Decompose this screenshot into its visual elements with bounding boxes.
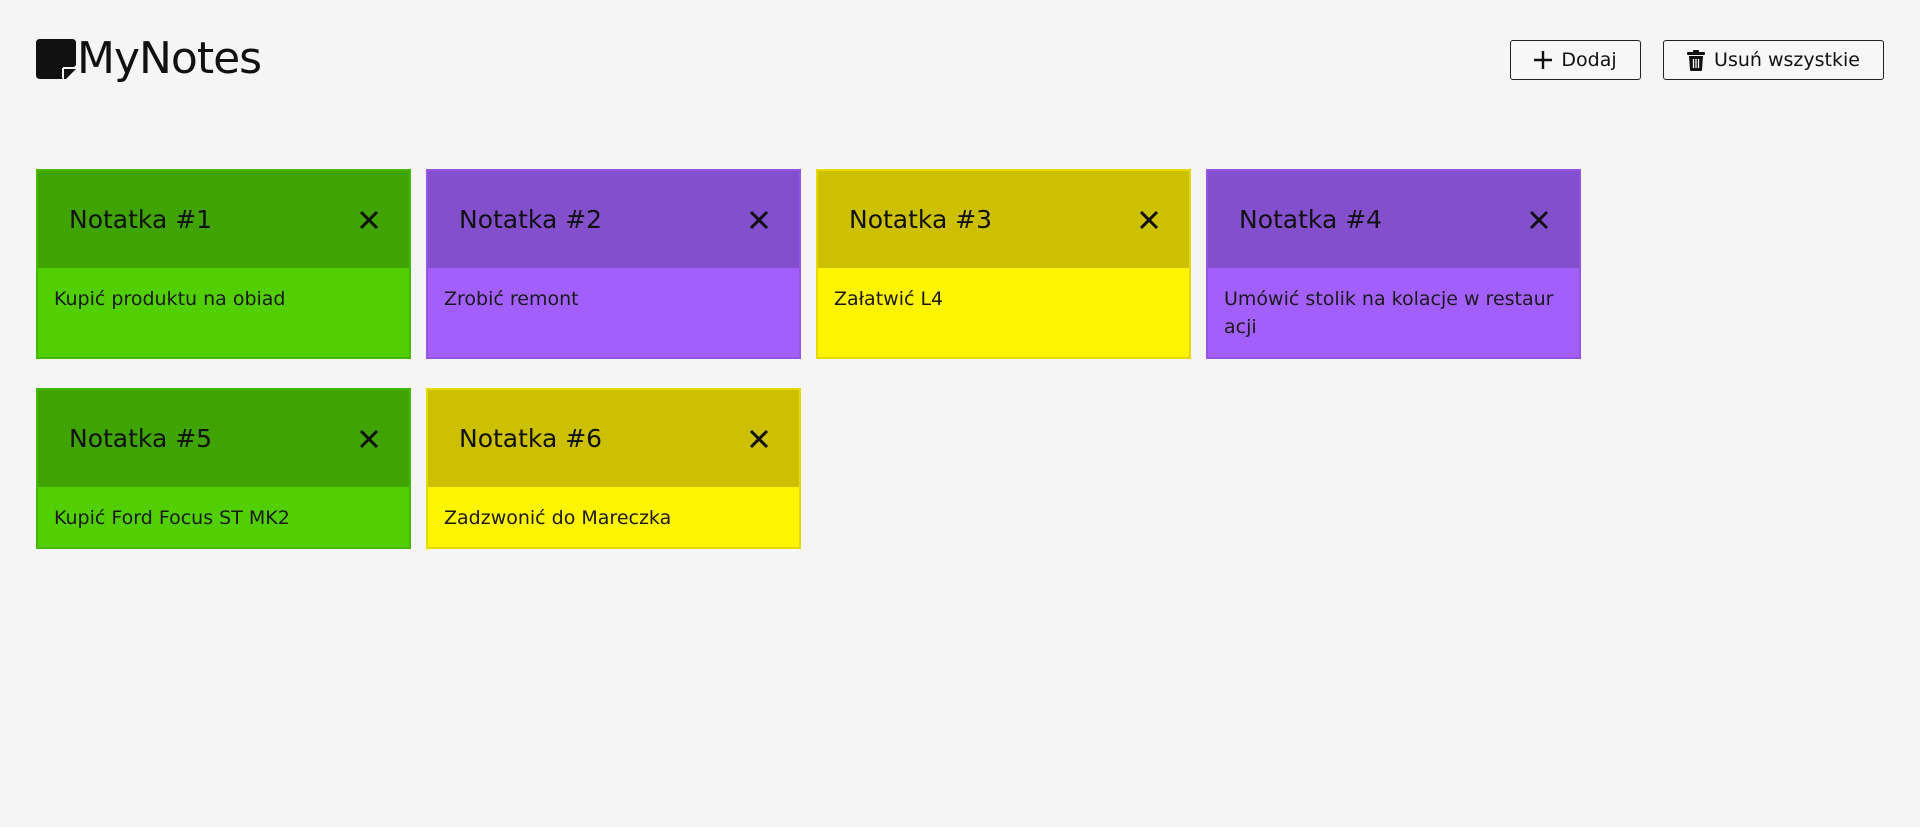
delete-all-button[interactable]: Usuń wszystkie [1663, 40, 1884, 80]
note-header: Notatka #3 [818, 171, 1189, 268]
note-header: Notatka #5 [38, 390, 409, 487]
note-text: Załatwić L4 [834, 288, 944, 310]
note-header: Notatka #6 [428, 390, 799, 487]
note-title: Notatka #2 [459, 205, 603, 234]
note-text: Kupić Ford Focus ST MK2 [54, 507, 290, 529]
app-logo[interactable]: MyNotes [36, 33, 262, 84]
note-header: Notatka #4 [1208, 171, 1579, 268]
note-card[interactable]: Notatka #3 Załatwić L4 [816, 169, 1191, 359]
note-title: Notatka #5 [69, 424, 213, 453]
note-text: Umówić stolik na kolacje w restauracji [1224, 288, 1554, 338]
note-title: Notatka #6 [459, 424, 603, 453]
app-title: MyNotes [77, 33, 262, 84]
close-icon[interactable] [747, 427, 771, 451]
close-icon[interactable] [747, 208, 771, 232]
note-text: Zadzwonić do Mareczka [444, 507, 672, 529]
add-note-button[interactable]: Dodaj [1510, 40, 1641, 80]
note-title: Notatka #4 [1239, 205, 1383, 234]
close-icon[interactable] [1527, 208, 1551, 232]
note-text: Zrobić remont [444, 288, 579, 310]
plus-icon [1534, 51, 1553, 69]
delete-all-label: Usuń wszystkie [1714, 49, 1860, 71]
note-title: Notatka #3 [849, 205, 993, 234]
close-icon[interactable] [357, 208, 381, 232]
note-card[interactable]: Notatka #6 Zadzwonić do Mareczka [426, 388, 801, 549]
note-card[interactable]: Notatka #2 Zrobić remont [426, 169, 801, 359]
note-card[interactable]: Notatka #1 Kupić produktu na obiad [36, 169, 411, 359]
trash-icon [1687, 49, 1706, 71]
app-header: MyNotes Dodaj Usuń wszystkie [0, 0, 1920, 120]
note-text: Kupić produktu na obiad [54, 288, 286, 310]
note-card[interactable]: Notatka #5 Kupić Ford Focus ST MK2 [36, 388, 411, 549]
close-icon[interactable] [1137, 208, 1161, 232]
note-header: Notatka #1 [38, 171, 409, 268]
note-title: Notatka #1 [69, 205, 213, 234]
sticky-note-icon [36, 39, 76, 79]
close-icon[interactable] [357, 427, 381, 451]
add-note-label: Dodaj [1561, 49, 1617, 71]
note-header: Notatka #2 [428, 171, 799, 268]
note-card[interactable]: Notatka #4 Umówić stolik na kolacje w re… [1206, 169, 1581, 359]
